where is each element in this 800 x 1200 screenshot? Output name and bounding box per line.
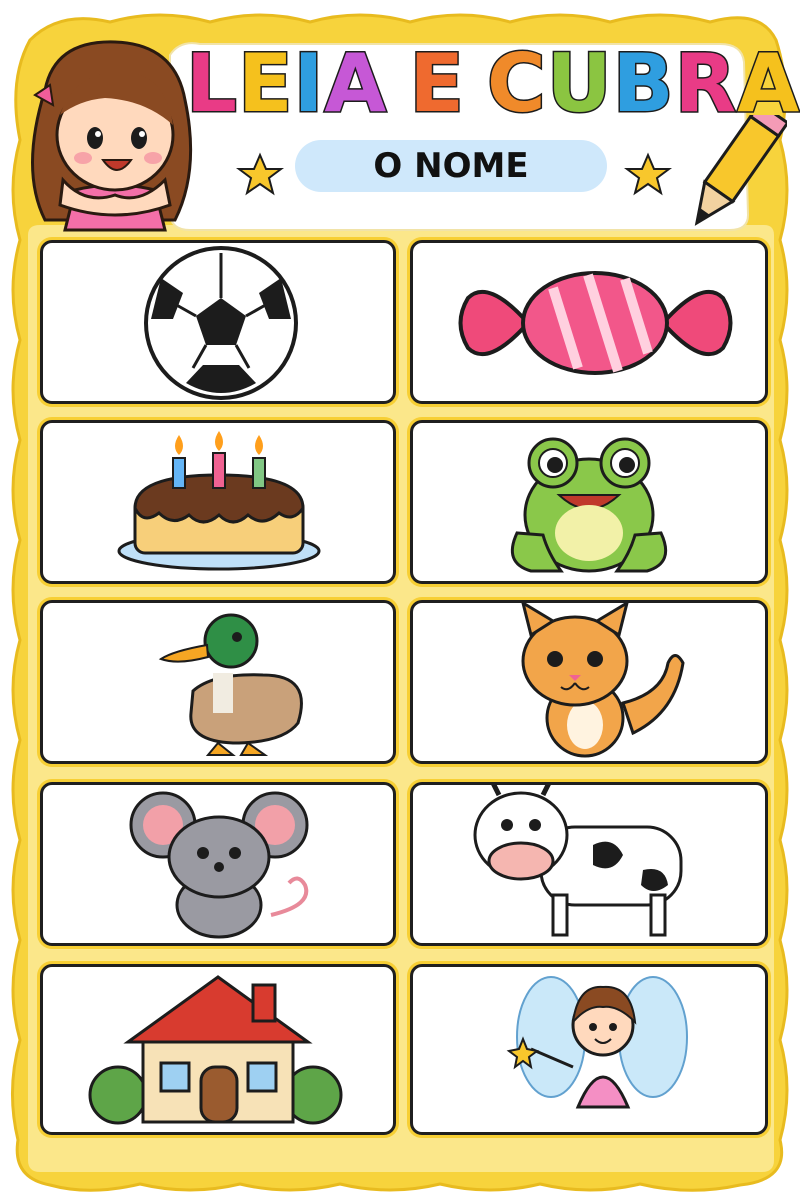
title-letter: B — [611, 36, 675, 132]
title-letter — [387, 34, 409, 134]
header: LEIA E CUBRA O NOME — [0, 0, 800, 235]
soccer-ball-icon — [144, 246, 298, 400]
title-letter: A — [323, 36, 388, 132]
picture-card — [410, 240, 768, 404]
picture-card — [40, 600, 396, 764]
title-letter: I — [292, 36, 325, 132]
subtitle: O NOME — [295, 140, 607, 192]
picture-card — [40, 782, 396, 946]
duck-icon — [158, 613, 303, 756]
girl-icon — [31, 40, 193, 232]
picture-card — [40, 240, 396, 404]
fairy-icon — [506, 976, 688, 1109]
mouse-icon — [129, 791, 309, 939]
star-icon — [624, 152, 672, 196]
picture-card — [40, 964, 396, 1135]
picture-card — [410, 600, 768, 764]
candy-icon — [458, 271, 733, 375]
pencil-icon — [694, 115, 787, 226]
picture-card — [410, 782, 768, 946]
title-letter: E — [408, 36, 466, 132]
birthday-cake-icon — [117, 431, 321, 571]
picture-card — [40, 420, 396, 584]
title-letter: C — [485, 36, 547, 132]
worksheet: LEIA E CUBRA O NOME — [0, 0, 800, 1200]
picture-card — [410, 964, 768, 1135]
star-icon — [236, 152, 284, 196]
picture-card — [410, 420, 768, 584]
cat-icon — [521, 603, 685, 758]
title-letter: E — [236, 36, 294, 132]
cow-icon — [473, 785, 683, 937]
title-letter: U — [545, 36, 613, 132]
title: LEIA E CUBRA — [185, 34, 800, 154]
title-letter — [465, 34, 487, 134]
house-icon — [88, 975, 343, 1125]
frog-icon — [510, 437, 668, 573]
